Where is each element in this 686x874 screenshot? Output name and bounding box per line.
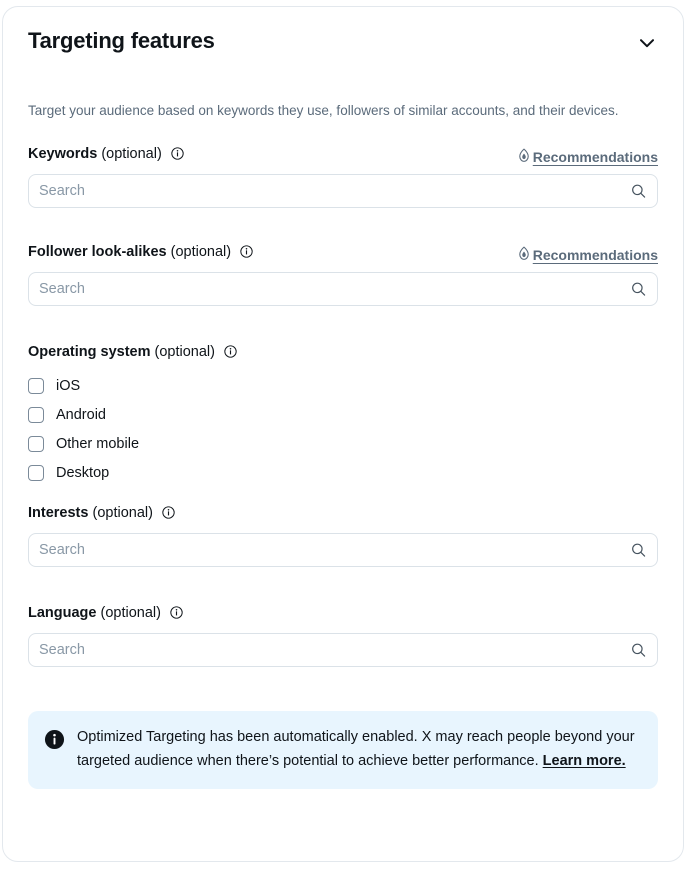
info-circle-icon[interactable] [170,605,183,625]
language-optional: (optional) [100,605,161,621]
search-icon[interactable] [631,643,646,658]
info-circle-icon[interactable] [171,146,184,166]
info-filled-icon [44,729,65,771]
language-section: Language (optional) [3,603,683,667]
operating-system-label-text: Operating system [28,344,151,360]
operating-system-label: Operating system (optional) [28,342,658,364]
flame-icon [517,148,531,166]
follower-lookalikes-recommendations-label: Recommendations [532,247,658,263]
follower-lookalikes-label: Follower look-alikes (optional) [28,242,253,264]
language-label-text: Language [28,605,97,621]
chevron-down-icon[interactable] [635,31,659,55]
language-search-box[interactable] [28,633,658,667]
checkbox-label: Android [56,406,106,423]
interests-search-box[interactable] [28,533,658,567]
info-circle-icon[interactable] [162,505,175,525]
language-search-input[interactable] [29,642,657,658]
checkbox-row-other-mobile[interactable]: Other mobile [28,429,658,458]
checkbox-box[interactable] [28,406,44,423]
follower-lookalikes-label-row: Follower look-alikes (optional) Recommen… [28,242,658,264]
operating-system-options: iOS Android Other mobile Desktop [28,371,658,487]
page-title: Targeting features [28,28,215,53]
follower-lookalikes-search-input[interactable] [29,281,657,297]
optimized-targeting-notice: Optimized Targeting has been automatical… [28,711,658,789]
checkbox-row-android[interactable]: Android [28,400,658,429]
keywords-recommendations-label: Recommendations [532,149,658,165]
checkbox-label: iOS [56,377,81,394]
interests-label-text: Interests [28,505,89,521]
checkbox-box[interactable] [28,435,44,452]
search-icon[interactable] [631,543,646,558]
operating-system-section: Operating system (optional) iOS Android [3,342,683,487]
follower-lookalikes-recommendations-link[interactable]: Recommendations [517,246,658,264]
interests-search-input[interactable] [29,542,657,558]
targeting-features-card: Targeting features Target your audience … [2,6,684,862]
checkbox-box[interactable] [28,377,44,394]
card-description: Target your audience based on keywords t… [28,103,619,118]
search-icon[interactable] [631,184,646,199]
checkbox-box[interactable] [28,464,44,481]
interests-optional: (optional) [92,505,153,521]
checkbox-row-desktop[interactable]: Desktop [28,458,658,487]
keywords-label-row: Keywords (optional) Recommendations [28,144,658,166]
language-label: Language (optional) [28,603,658,625]
keywords-optional: (optional) [101,146,162,162]
keywords-label: Keywords (optional) [28,144,184,166]
interests-section: Interests (optional) [3,503,683,567]
info-circle-icon[interactable] [240,244,253,264]
checkbox-label: Other mobile [56,435,140,452]
search-icon[interactable] [631,282,646,297]
keywords-section: Keywords (optional) Recommendations Sear… [3,144,683,208]
keywords-search-box[interactable] [28,174,658,208]
keywords-search-input[interactable] [29,183,657,199]
learn-more-link[interactable]: Learn more. [543,751,626,771]
follower-lookalikes-label-text: Follower look-alikes [28,244,167,260]
follower-lookalikes-section: Follower look-alikes (optional) Recommen… [3,242,683,306]
follower-lookalikes-optional: (optional) [170,244,232,260]
checkbox-row-ios[interactable]: iOS [28,371,658,400]
operating-system-optional: (optional) [154,344,215,360]
flame-icon [517,246,531,264]
card-header: Targeting features [3,7,683,55]
interests-label: Interests (optional) [28,503,658,525]
keywords-recommendations-link[interactable]: Recommendations [517,148,658,166]
checkbox-label: Desktop [56,464,110,481]
follower-lookalikes-search-box[interactable] [28,272,658,306]
notice-body: Optimized Targeting has been automatical… [77,727,640,771]
keywords-label-text: Keywords [28,146,98,162]
info-circle-icon[interactable] [224,344,237,364]
